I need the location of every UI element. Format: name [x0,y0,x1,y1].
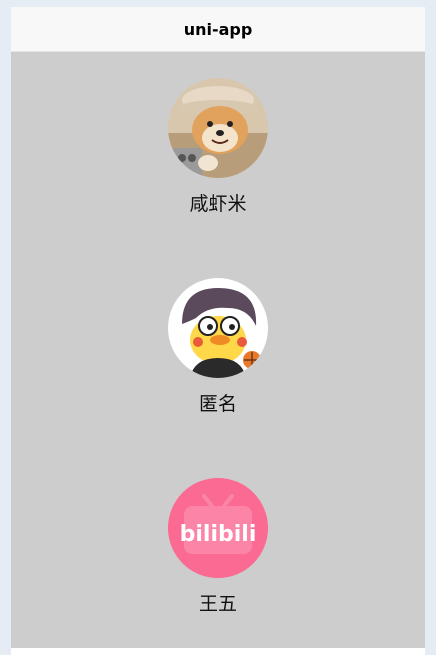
user-item[interactable]: bilibili 王五 [11,478,425,638]
user-item[interactable]: 咸虾米 [11,78,425,238]
navigation-bar: uni-app [11,7,425,52]
user-name: 王五 [198,593,237,615]
user-item[interactable]: 匿名 [11,278,425,438]
shiba-dog-avatar-icon[interactable] [168,78,268,178]
bilibili-logo-avatar-icon[interactable]: bilibili [168,478,268,578]
page-title: uni-app [183,19,253,39]
app-window: uni-app 咸虾米 匿名 bilibili 王五 [11,7,425,655]
cartoon-duck-avatar-icon[interactable] [168,278,268,378]
user-name: 咸虾米 [189,193,247,215]
user-name: 匿名 [198,393,237,415]
bottom-edge [11,648,425,655]
svg-text:bilibili: bilibili [180,522,257,547]
